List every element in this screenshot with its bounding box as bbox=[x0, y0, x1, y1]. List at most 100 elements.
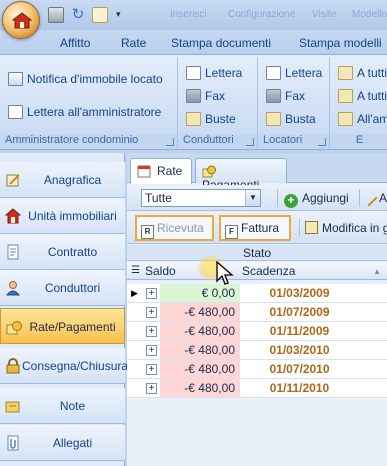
expand-row-icon[interactable]: + bbox=[146, 307, 157, 318]
save-icon[interactable] bbox=[48, 7, 64, 23]
chevron-down-icon[interactable]: ▼ bbox=[245, 190, 260, 206]
email-tutti-2-button[interactable]: A tutti bbox=[338, 86, 387, 106]
ribbon-group-conduttori: Lettera Fax Buste Conduttori bbox=[180, 57, 258, 149]
house-icon bbox=[5, 208, 21, 224]
table-row[interactable]: + -€ 480,00 01/07/2010 bbox=[127, 360, 387, 379]
lettera-amministratore-label: Lettera all'amministratore bbox=[27, 105, 162, 119]
notice-icon bbox=[8, 72, 23, 86]
conduttori-lettera-button[interactable]: Lettera bbox=[186, 63, 242, 83]
menu-item-stampa-modelli[interactable]: Stampa modelli bbox=[299, 36, 382, 50]
scadenza-cell: 01/03/2010 bbox=[269, 343, 330, 357]
add-button[interactable]: + Aggiungi bbox=[284, 188, 349, 208]
nav-label: Consegna/Chiusura bbox=[22, 359, 129, 373]
dialog-launcher-icon[interactable] bbox=[166, 138, 174, 146]
notifica-label: Notifica d'immobile locato bbox=[27, 72, 163, 86]
email-tutti-button[interactable]: A tutti bbox=[338, 63, 387, 83]
expand-row-icon[interactable]: + bbox=[146, 364, 157, 375]
pencil-icon bbox=[6, 174, 20, 187]
email-amministratore-button[interactable]: All'am bbox=[338, 109, 387, 129]
group-by-label: Stato bbox=[242, 246, 272, 260]
document-icon bbox=[7, 244, 19, 260]
column-header-scadenza[interactable]: Scadenza bbox=[242, 264, 295, 278]
pencil-icon bbox=[360, 189, 378, 207]
ghost-menu-item: Modello bbox=[352, 9, 387, 20]
refresh-icon[interactable]: ↻ bbox=[70, 7, 86, 23]
locatori-busta-label: Busta bbox=[285, 112, 316, 126]
app-menu-button[interactable] bbox=[2, 1, 40, 39]
house-icon bbox=[12, 12, 32, 29]
letter-icon bbox=[186, 66, 201, 80]
document-toolbar: R Ricevuta F Fattura Modifica in g bbox=[127, 212, 387, 244]
edit-button[interactable]: A bbox=[360, 188, 387, 208]
envelope-icon bbox=[338, 66, 353, 80]
receipt-icon: R bbox=[141, 225, 154, 239]
quick-access-menu-icon[interactable]: ▾ bbox=[116, 9, 132, 25]
nav-item-note[interactable]: Note bbox=[0, 388, 125, 424]
nav-label: Rate/Pagamenti bbox=[29, 320, 116, 334]
scadenza-cell: 01/11/2009 bbox=[269, 324, 330, 338]
expand-row-icon[interactable]: + bbox=[146, 326, 157, 337]
dialog-launcher-icon[interactable] bbox=[318, 138, 326, 146]
column-header-saldo[interactable]: Saldo bbox=[145, 264, 176, 278]
table-row[interactable]: + -€ 480,00 01/07/2009 bbox=[127, 303, 387, 322]
group-by-band[interactable]: Stato bbox=[127, 245, 387, 261]
grid-header: ☰ Saldo Scadenza ▲ bbox=[127, 262, 387, 280]
conduttori-buste-button[interactable]: Buste bbox=[186, 109, 236, 129]
lock-icon bbox=[6, 358, 20, 374]
lettera-amministratore-button[interactable]: Lettera all'amministratore bbox=[8, 102, 161, 122]
note-icon bbox=[5, 401, 20, 413]
expand-row-icon[interactable]: + bbox=[146, 288, 157, 299]
sort-ascending-icon[interactable]: ▲ bbox=[373, 267, 381, 276]
menu-item-affitto[interactable]: Affitto bbox=[60, 36, 90, 50]
ghost-menu-item: Inserisci bbox=[170, 9, 207, 20]
table-row[interactable]: + -€ 480,00 01/11/2009 bbox=[127, 322, 387, 341]
envelope-icon bbox=[266, 112, 281, 126]
tab-pagamenti[interactable]: Pagamenti bbox=[195, 158, 287, 192]
nav-item-contratto[interactable]: Contratto bbox=[0, 234, 125, 270]
bulk-edit-button[interactable]: Modifica in g bbox=[305, 218, 387, 238]
attachment-icon bbox=[7, 435, 19, 451]
dialog-launcher-icon[interactable] bbox=[246, 138, 254, 146]
coins-icon[interactable] bbox=[92, 7, 108, 23]
nav-item-rate-pagamenti[interactable]: Rate/Pagamenti bbox=[0, 308, 125, 344]
nav-item-anagrafica[interactable]: Anagrafica bbox=[0, 162, 125, 198]
conduttori-fax-button[interactable]: Fax bbox=[186, 86, 225, 106]
scadenza-cell: 01/07/2009 bbox=[269, 305, 330, 319]
locatori-fax-button[interactable]: Fax bbox=[266, 86, 305, 106]
current-row-indicator-icon: ▶ bbox=[131, 288, 138, 298]
locatori-busta-button[interactable]: Busta bbox=[266, 109, 316, 129]
menu-item-rate[interactable]: Rate bbox=[121, 36, 146, 50]
scadenza-cell: 01/11/2010 bbox=[269, 381, 330, 395]
envelope-icon bbox=[338, 112, 353, 126]
letter-icon bbox=[8, 105, 23, 119]
table-row[interactable]: ▶ + € 0,00 01/03/2009 bbox=[127, 284, 387, 303]
email-amministratore-label: All'am bbox=[357, 112, 387, 126]
receipt-button[interactable]: R Ricevuta bbox=[135, 215, 214, 241]
fax-icon bbox=[266, 89, 281, 103]
ribbon-group-email: A tutti A tutti All'am E bbox=[332, 57, 387, 149]
expand-row-icon[interactable]: + bbox=[146, 383, 157, 394]
scadenza-cell: 01/03/2009 bbox=[269, 286, 330, 300]
scadenza-cell: 01/07/2010 bbox=[269, 362, 330, 376]
table-row[interactable]: + -€ 480,00 01/11/2010 bbox=[127, 379, 387, 398]
tab-rate[interactable]: Rate bbox=[130, 158, 192, 184]
invoice-button[interactable]: F Fattura bbox=[219, 215, 291, 241]
nav-item-allegati[interactable]: Allegati bbox=[0, 425, 125, 461]
toolbar-separator bbox=[299, 219, 300, 237]
filter-select[interactable]: Tutte ▼ bbox=[141, 189, 261, 207]
saldo-cell: -€ 480,00 bbox=[160, 360, 240, 378]
expand-row-icon[interactable]: + bbox=[146, 345, 157, 356]
coins-icon bbox=[202, 165, 216, 178]
table-row[interactable]: + -€ 480,00 01/03/2010 bbox=[127, 341, 387, 360]
nav-label: Contratto bbox=[47, 245, 98, 259]
nav-item-unita-immobiliari[interactable]: Unità immobiliari bbox=[0, 198, 125, 234]
menu-item-stampa-documenti[interactable]: Stampa documenti bbox=[171, 36, 271, 50]
invoice-icon: F bbox=[225, 225, 238, 239]
nav-item-consegna-chiusura[interactable]: Consegna/Chiusura bbox=[0, 348, 129, 384]
nav-item-conduttori[interactable]: Conduttori bbox=[0, 270, 125, 306]
column-chooser-icon[interactable]: ☰ bbox=[131, 265, 140, 276]
notifica-button[interactable]: Notifica d'immobile locato bbox=[8, 69, 163, 89]
locatori-lettera-button[interactable]: Lettera bbox=[266, 63, 322, 83]
ribbon-tab-bar: Affitto Rate Stampa documenti Stampa mod… bbox=[0, 30, 387, 54]
saldo-cell: -€ 480,00 bbox=[160, 341, 240, 359]
